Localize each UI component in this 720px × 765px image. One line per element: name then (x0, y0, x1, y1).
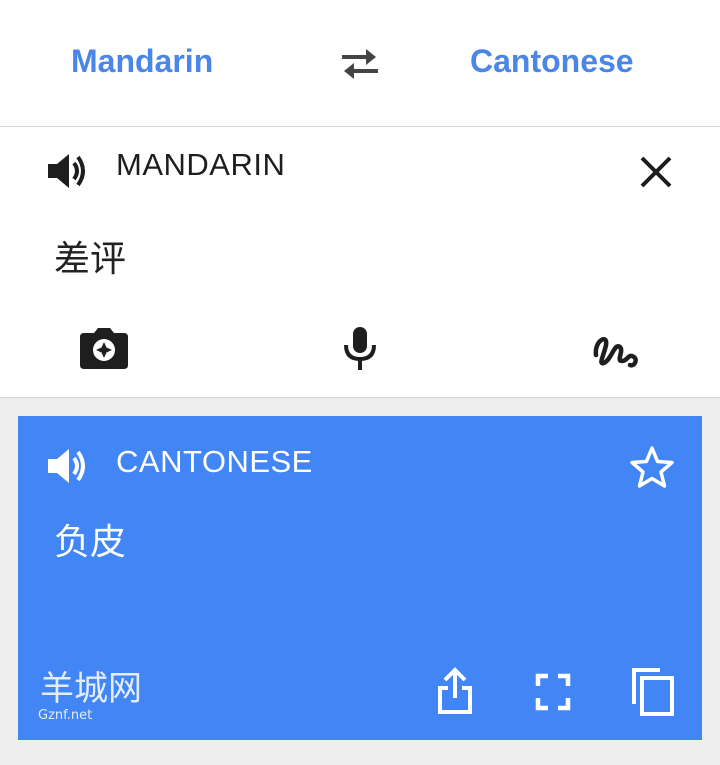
listen-translation-button[interactable] (44, 444, 92, 488)
translate-app: Mandarin Cantonese MANDARIN 差评 CANTONESE… (0, 0, 720, 765)
handwriting-icon (593, 336, 638, 368)
voice-input-button[interactable] (334, 325, 386, 373)
translated-text: 负皮 (54, 522, 127, 563)
source-language-label: MANDARIN (116, 147, 286, 182)
camera-icon (80, 328, 128, 369)
target-language-button[interactable]: Cantonese (470, 38, 634, 84)
share-button[interactable] (430, 666, 480, 718)
close-icon (640, 156, 672, 188)
svg-text:羊城网: 羊城网 (40, 669, 142, 709)
swap-arrows-icon (342, 49, 378, 79)
star-icon (630, 446, 674, 488)
language-bar: Mandarin Cantonese (0, 0, 720, 127)
fullscreen-button[interactable] (528, 666, 578, 718)
copy-icon (632, 668, 674, 716)
handwriting-input-button[interactable] (590, 325, 642, 373)
speaker-icon (48, 449, 85, 483)
speaker-icon (48, 154, 85, 188)
source-language-button[interactable]: Mandarin (71, 38, 213, 84)
watermark-site: Gznf.net (38, 708, 93, 723)
swap-languages-button[interactable] (336, 44, 384, 84)
source-text[interactable]: 差评 (54, 237, 126, 283)
share-icon (438, 667, 472, 714)
input-card: MANDARIN 差评 (0, 127, 720, 398)
copy-button[interactable] (626, 666, 680, 718)
camera-input-button[interactable] (78, 325, 130, 373)
clear-input-button[interactable] (634, 150, 678, 194)
fullscreen-icon (535, 673, 571, 711)
microphone-icon (344, 327, 376, 370)
translation-card: CANTONESE 负皮 羊城网 Gznf.net (18, 416, 702, 740)
target-language-label: CANTONESE (116, 444, 313, 479)
listen-source-button[interactable] (44, 149, 92, 193)
save-translation-button[interactable] (628, 444, 676, 490)
watermark-logo-icon: 羊城网 (40, 669, 142, 709)
